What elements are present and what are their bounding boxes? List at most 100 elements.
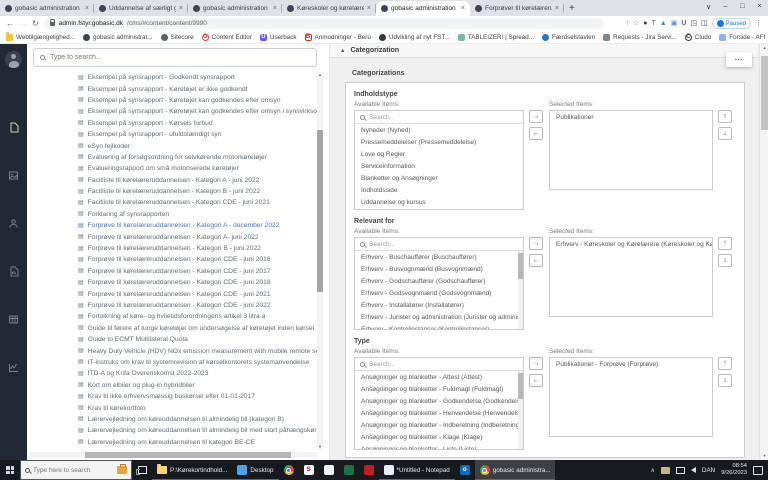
available-item[interactable]: Blanketter og Ansøgninger [355,172,523,184]
tree-item[interactable]: ▤ITD-A og Krifa Overenskomst 2022-2023 [27,368,318,379]
available-item[interactable]: Nyheder (Nyhed) [355,124,523,136]
selected-item[interactable]: Erhverv - Køreskoler og Kørelærere (Køre… [550,238,712,250]
available-item[interactable]: Erhverv - Busvognmænd (Busvognmænd) [355,263,523,275]
taskbar-folder-window-button[interactable]: P:\Kørekortindhold... [152,460,232,480]
move-right-button[interactable]: → [529,237,543,250]
tree-item[interactable]: ▤Forprøve til kørelæreruddannelsen - Kat… [27,277,318,288]
scrollbar-thumb[interactable] [518,373,523,399]
browser-tab[interactable]: Uddannelse af særligt godkend× [94,1,188,16]
tree-item[interactable]: ▤Kort om elbiler og plug-in hybridbiler [27,380,318,391]
move-down-button[interactable]: ↓ [718,127,732,140]
tree-item[interactable]: ▤Forprøve til kørelæreruddannelsen - Kat… [27,243,318,254]
taskbar-excel-icon[interactable] [339,460,359,480]
available-item[interactable]: Love og Regler [355,148,523,160]
rail-statistics-icon[interactable] [0,360,27,374]
available-item[interactable]: Ansøgninger og blanketter - Attest (Atte… [355,371,523,383]
move-left-button[interactable]: ← [529,254,543,267]
scrollbar-thumb[interactable] [761,56,768,130]
available-item[interactable]: Ansøgninger og blanketter - Godkendelse … [355,395,523,407]
available-item[interactable]: Indholdsside [355,184,523,196]
available-items-search[interactable]: Search.. [355,111,523,124]
available-item[interactable]: Pressemeddelelser (Pressemeddelelse) [355,136,523,148]
tree-search-box[interactable] [33,48,317,67]
available-item[interactable]: Erhverv - Godschauffører (Godschauffører… [355,275,523,287]
bookmark-item[interactable]: Udvikling af nyt FST... [379,34,450,41]
move-down-button[interactable]: ↓ [718,254,732,267]
volume-icon[interactable] [691,467,696,473]
rail-users-icon[interactable] [0,216,27,230]
taskbar-outlook-icon[interactable]: o [455,460,475,480]
available-items-search[interactable]: Search.. [355,358,523,371]
userback-icon[interactable]: U [681,20,686,27]
selected-items-list[interactable]: Erhverv - Køreskoler og Kørelærere (Køre… [549,237,713,317]
tree-vertical-scrollbar[interactable]: ▴ ▾ [317,72,323,450]
selected-item[interactable]: Publikationer - Forprøve (Forprøve) [550,358,712,370]
available-item[interactable]: Erhverv - Buschauffører (Buschauffører) [355,251,523,263]
tree-item[interactable]: ▤Krav til kørekortfoto [27,402,318,413]
new-tab-button[interactable]: + [569,3,575,14]
taskbar-acrobat-icon[interactable] [359,460,379,480]
bookmark-item[interactable]: TABLEIZER! | Spread... [458,34,534,41]
available-item[interactable]: Erhverv - Jurister og administration (Ju… [355,311,523,323]
bookmark-item[interactable]: OContent Editor [202,34,252,41]
bookmark-item[interactable]: UUserback [260,34,297,41]
user-avatar[interactable] [5,51,22,68]
maximize-button[interactable]: □ [734,0,751,13]
bookmark-item[interactable]: Forside - AFI [719,34,765,41]
tree-item[interactable]: ▤Guide to ECMT Multilateral Quota [27,334,318,345]
tree-item[interactable]: ▤Facitliste til kørelæreruddannelsen - K… [27,197,318,208]
tree-horizontal-scrollbar[interactable] [29,452,317,458]
close-button[interactable]: × [751,0,768,13]
rail-tables-icon[interactable] [0,312,27,326]
share-icon[interactable]: ↑ [625,20,629,27]
bookmark-item[interactable]: CCludo [685,34,711,41]
available-item[interactable]: Ansøgninger og blanketter - Klage (Klage… [355,431,523,443]
tree-search-input[interactable] [50,54,310,61]
list-scrollbar[interactable] [518,371,523,449]
bookmark-item[interactable]: BAnmodninger - Berú [305,34,371,41]
tree-item[interactable]: ▤Lærervejledning om køreuddannelsen til … [27,437,318,448]
tree-item[interactable]: ▤Guide til førere af tunge køretøjer om … [27,323,318,334]
bookmark-star-icon[interactable]: ☆ [633,20,639,27]
available-items-search[interactable]: Search.. [355,238,523,251]
tab-close-icon[interactable]: × [555,5,559,12]
extensions-puzzle-icon[interactable]: ◳ [690,20,697,27]
tab-close-icon[interactable]: × [273,5,277,12]
network-icon[interactable] [676,467,685,474]
tab-close-icon[interactable]: × [461,5,465,12]
available-item[interactable]: Ansøgninger og blanketter - Henvendelse … [355,407,523,419]
rail-media-icon[interactable] [0,168,27,182]
rail-reports-icon[interactable] [0,264,27,278]
browser-menu-icon[interactable]: ⋮ [755,20,762,27]
tree-item[interactable]: ▤Forklaring af synsrapporten [27,209,318,220]
tree-item[interactable]: ▤Forprøve til kørelæreruddannelsen - Kat… [27,254,318,265]
selected-items-list[interactable]: Publikationer - Forprøve (Forprøve) [549,357,713,437]
collapse-icon[interactable]: ▲ [340,48,345,54]
taskbar-chrome-icon[interactable] [279,460,299,480]
browser-tab[interactable]: Forprøver til kørelæreruddanne× [470,1,564,16]
taskbar-search-input[interactable] [33,467,107,474]
tree-item[interactable]: ▤Eksempel på synsrapport - Kørsels forbu… [27,118,318,129]
scrollbar-thumb[interactable] [518,253,523,279]
forward-icon[interactable]: → [19,20,27,28]
browser-tab[interactable]: gobasic administration× [0,1,94,16]
tree-item[interactable]: ▤Lærervejledning om køreuddannelsen til … [27,414,318,425]
move-up-button[interactable]: ↑ [718,110,732,123]
browser-tab[interactable]: gobasic administration× [188,1,282,16]
bookmark-item[interactable]: Webtilgængelighed... [6,34,75,41]
tree-item[interactable]: ▤Heavy Duty Vehicle (HDV) NOx emission m… [27,345,318,356]
available-item[interactable]: Erhverv - Installatører (Installatører) [355,299,523,311]
action-center-icon[interactable] [753,466,763,475]
tree-item[interactable]: ▤Facitliste til kørelæreruddannelsen - K… [27,186,318,197]
scroll-up-icon[interactable]: ▴ [317,72,323,78]
url-omnibox[interactable]: admin.fstyr.gobasic.dk /cms/#content/con… [44,18,604,29]
scroll-down-icon[interactable]: ▾ [760,453,768,459]
tree-item[interactable]: ▤Eksempel på synsrapport - Godkendt syns… [27,72,318,83]
taskbar-sitecore-icon[interactable]: S [299,460,319,480]
side-panel-icon[interactable]: ◫ [701,20,708,27]
back-icon[interactable]: ← [6,20,14,28]
rail-documents-icon[interactable] [0,120,27,134]
move-left-button[interactable]: ← [529,374,543,387]
browser-tab[interactable]: gobasic administration× [376,1,470,16]
tab-close-icon[interactable]: × [179,5,183,12]
